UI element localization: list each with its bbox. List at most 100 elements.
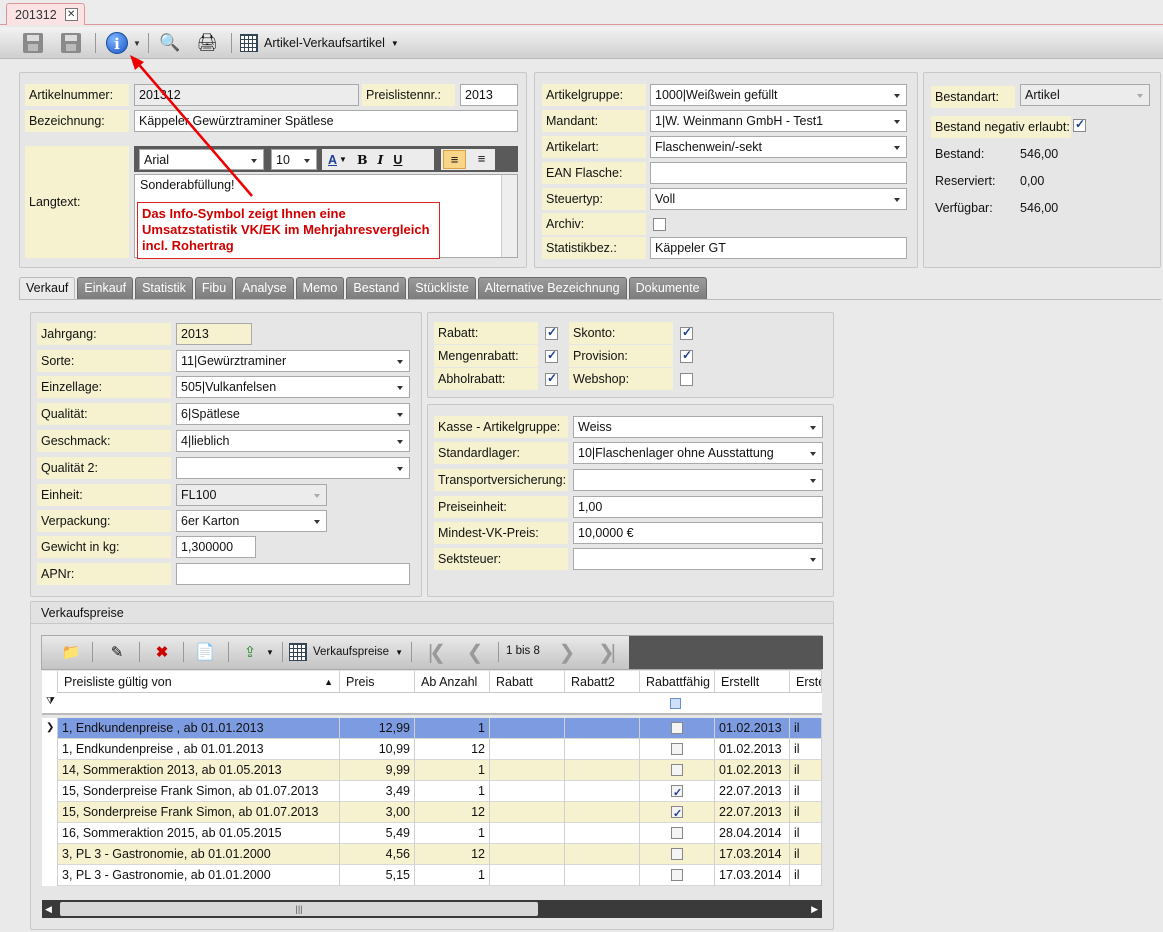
table-row[interactable]: 3, PL 3 - Gastronomie, ab 01.01.2000 4,56… [42,844,822,865]
tab-alternative-bezeichnung[interactable]: Alternative Bezeichnung [477,277,627,299]
provision-checkbox[interactable] [680,348,693,363]
artikelart-select[interactable]: Flaschenwein/-sekt [650,136,907,158]
table-row[interactable]: 15, Sonderpreise Frank Simon, ab 01.07.2… [42,802,822,823]
tab-analyse[interactable]: Analyse [235,277,294,299]
column-header-rabattfaehig[interactable]: Rabattfähig [640,671,715,693]
mandant-select[interactable]: 1|W. Weinmann GmbH - Test1 [650,110,907,132]
previous-page-icon[interactable]: ❮ [462,640,488,664]
grid-view-selector[interactable]: Verkaufspreise ▼ [289,640,407,664]
archiv-checkbox[interactable] [653,218,666,231]
info-button[interactable]: i [104,31,130,55]
ean-field[interactable] [650,162,907,184]
rabattfaehig-checkbox[interactable] [671,869,683,881]
table-row[interactable]: 16, Sommeraktion 2015, ab 01.05.2015 5,49… [42,823,822,844]
align-left-icon[interactable]: ≡ [443,150,466,169]
rabattfaehig-checkbox[interactable] [671,743,683,755]
abholrabatt-checkbox[interactable] [545,371,558,386]
export-icon[interactable]: ⇪ [237,640,263,664]
steuertyp-select[interactable]: Voll [650,188,907,210]
kasse-artikelgruppe-select[interactable]: Weiss [573,416,823,438]
table-row[interactable]: 1, Endkundenpreise , ab 01.01.2013 10,99 1… [42,739,822,760]
column-header-erstellt[interactable]: Erstellt [715,671,790,693]
scroll-left-icon[interactable]: ◀ [45,904,52,915]
font-size-select[interactable]: 10 [271,149,317,170]
tab-memo[interactable]: Memo [295,277,345,299]
column-header-preisliste[interactable]: Preisliste gültig von ▲ [58,671,340,693]
tab-statistik[interactable]: Statistik [135,277,193,299]
skonto-checkbox[interactable] [680,325,693,340]
table-row[interactable]: 15, Sonderpreise Frank Simon, ab 01.07.2… [42,781,822,802]
save-button[interactable] [58,31,84,55]
horizontal-scrollbar[interactable]: ◀ ||| ▶ [42,900,822,918]
gewicht-field[interactable]: 1,300000 [176,536,256,558]
sektsteuer-select[interactable] [573,548,823,570]
add-row-icon[interactable]: 📁 [58,640,84,664]
langtext-scrollbar[interactable] [501,175,517,257]
rabattfaehig-checkbox[interactable] [671,764,683,776]
tab-bestand[interactable]: Bestand [346,277,407,299]
column-header-rabatt[interactable]: Rabatt [490,671,565,693]
save-close-button[interactable] [20,31,46,55]
align-center-icon[interactable]: ≡ [470,150,493,169]
statistik-field[interactable]: Käppeler GT [650,237,907,259]
transportversicherung-select[interactable] [573,469,823,491]
artikelnummer-field[interactable]: 201312 [134,84,359,106]
delete-row-icon[interactable]: ✖ [149,640,175,664]
column-header-preis[interactable]: Preis [340,671,415,693]
italic-icon[interactable]: I [378,152,384,167]
column-header-ersteller[interactable]: Erste [790,671,822,693]
close-icon[interactable]: ✕ [64,8,78,21]
table-row[interactable]: 14, Sommeraktion 2013, ab 01.05.2013 9,99… [42,760,822,781]
document-tab[interactable]: 201312 ✕ [6,3,85,25]
tab-fibu[interactable]: Fibu [194,277,234,299]
underline-icon[interactable]: U [393,153,402,167]
preiseinheit-field[interactable]: 1,00 [573,496,823,518]
font-color-icon[interactable]: A [328,153,337,167]
jahrgang-field[interactable]: 2013 [176,323,252,345]
rabattfaehig-checkbox[interactable] [671,848,683,860]
qualitaet-select[interactable]: 6|Spätlese [176,403,410,425]
verpackung-select[interactable]: 6er Karton [176,510,327,532]
bold-icon[interactable]: B [357,152,368,167]
last-page-icon[interactable]: ❯| [592,640,618,664]
tab-einkauf[interactable]: Einkauf [77,277,134,299]
table-row[interactable]: ❯ 1, Endkundenpreise , ab 01.01.2013 12,99… [42,718,822,739]
mengenrabatt-checkbox[interactable] [545,348,558,363]
bestandart-select[interactable]: Artikel [1020,84,1150,106]
einzellage-select[interactable]: 505|Vulkanfelsen [176,376,410,398]
einheit-select[interactable]: FL100 [176,484,327,506]
scrollbar-thumb[interactable]: ||| [60,902,538,916]
apnr-field[interactable] [176,563,410,585]
print-icon[interactable]: 🖨 [194,31,220,55]
preisliste-field[interactable]: 2013 [460,84,518,106]
font-family-select[interactable]: Arial [139,149,264,170]
tab-verkauf[interactable]: Verkauf [19,277,76,300]
sorte-select[interactable]: 11|Gewürztraminer [176,350,410,372]
info-dropdown-icon[interactable]: ▼ [130,31,144,55]
rabattfaehig-checkbox[interactable] [671,827,683,839]
edit-row-icon[interactable]: ✎ [104,640,130,664]
chevron-down-icon[interactable]: ▼ [264,640,276,664]
rabattfaehig-checkbox[interactable] [671,722,683,734]
scroll-right-icon[interactable]: ▶ [811,904,818,915]
artikelgruppe-select[interactable]: 1000|Weißwein gefüllt [650,84,907,106]
rabattfaehig-checkbox[interactable] [671,783,683,802]
column-header-ab-anzahl[interactable]: Ab Anzahl [415,671,490,693]
qualitaet2-select[interactable] [176,457,410,479]
bestand-negativ-checkbox[interactable] [1073,117,1086,132]
column-header-rabatt2[interactable]: Rabatt2 [565,671,640,693]
geschmack-select[interactable]: 4|lieblich [176,430,410,452]
bezeichnung-field[interactable]: Käppeler Gewürztraminer Spätlese [134,110,518,132]
search-icon[interactable]: 🔍 [157,31,183,55]
table-row[interactable]: 3, PL 3 - Gastronomie, ab 01.01.2000 5,15… [42,865,822,886]
rabatt-checkbox[interactable] [545,325,558,340]
standardlager-select[interactable]: 10|Flaschenlager ohne Ausstattung [573,442,823,464]
filter-checkbox[interactable] [670,698,681,709]
view-selector[interactable]: Artikel-Verkaufsartikel ▼ [240,31,400,55]
copy-icon[interactable]: 📄 [192,640,218,664]
next-page-icon[interactable]: ❯ [554,640,580,664]
tab-stueckliste[interactable]: Stückliste [408,277,476,299]
rabattfaehig-checkbox[interactable] [671,804,683,823]
webshop-checkbox[interactable] [680,373,693,386]
mindest-vk-preis-field[interactable]: 10,0000 € [573,522,823,544]
